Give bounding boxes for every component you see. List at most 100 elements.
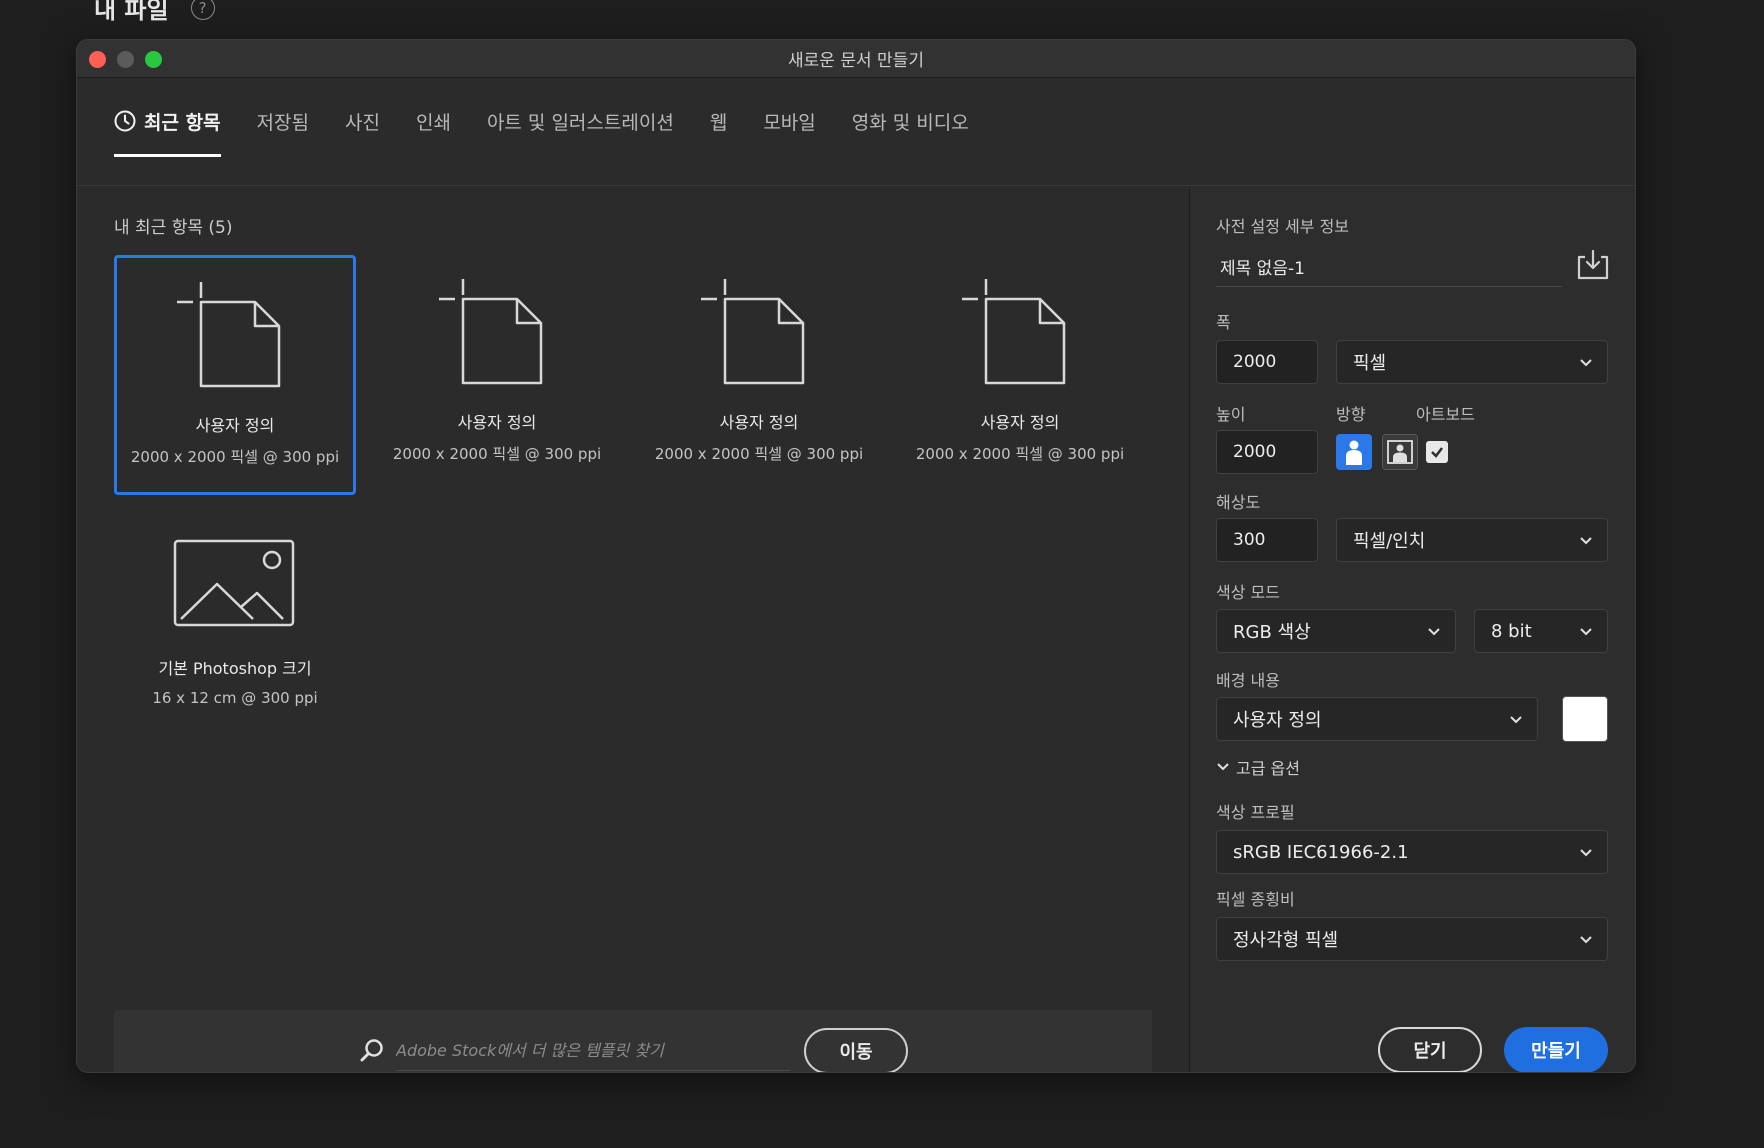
landscape-icon <box>1387 440 1413 464</box>
color-profile-select[interactable]: sRGB IEC61966-2.1 <box>1216 830 1608 874</box>
preset-name: 사용자 정의 <box>457 413 537 432</box>
blank-document-icon <box>962 279 1066 385</box>
preset-name: 사용자 정의 <box>719 413 799 432</box>
title-bar: 새로운 문서 만들기 <box>77 40 1635 78</box>
recent-presets-pane: 내 최근 항목 (5) 사용자 정의 2000 x 2000 픽셀 @ 300 … <box>77 187 1189 1072</box>
background-label: 배경 내용 <box>1216 671 1280 690</box>
page-heading: 내 파일 ? <box>94 0 215 25</box>
chevron-down-icon <box>1510 716 1522 724</box>
save-preset-icon[interactable] <box>1576 249 1610 281</box>
tab-saved[interactable]: 저장됨 <box>239 108 327 156</box>
resolution-unit-select[interactable]: 픽셀/인치 <box>1336 518 1608 562</box>
recent-section-title: 내 최근 항목 (5) <box>114 218 233 238</box>
height-label: 높이 <box>1216 405 1246 424</box>
go-button[interactable]: 이동 <box>804 1028 908 1072</box>
resolution-unit-value: 픽셀/인치 <box>1353 531 1426 552</box>
chevron-down-icon <box>1580 849 1592 857</box>
chevron-down-icon <box>1580 628 1592 636</box>
zoom-window-button[interactable] <box>145 51 162 68</box>
chevron-down-icon <box>1217 763 1229 771</box>
chevron-down-icon <box>1428 628 1440 636</box>
minimize-window-button[interactable] <box>117 51 134 68</box>
tab-label: 저장됨 <box>256 112 309 134</box>
height-input[interactable]: 2000 <box>1216 430 1318 474</box>
bit-depth-select[interactable]: 8 bit <box>1474 609 1608 653</box>
tab-art-illustration[interactable]: 아트 및 일러스트레이션 <box>469 108 692 156</box>
page-title: 내 파일 <box>94 0 169 24</box>
template-search-input[interactable] <box>396 1031 790 1071</box>
preset-card[interactable]: 사용자 정의 2000 x 2000 픽셀 @ 300 ppi <box>376 255 618 495</box>
tab-label: 인쇄 <box>415 112 451 134</box>
preset-info: 2000 x 2000 픽셀 @ 300 ppi <box>130 448 340 466</box>
tab-film-video[interactable]: 영화 및 비디오 <box>834 108 987 156</box>
blank-document-icon <box>701 279 805 385</box>
category-tabs: 최근 항목 저장됨 사진 인쇄 아트 및 일러스트레이션 웹 모바일 영화 및 … <box>77 78 1635 186</box>
dialog-title: 새로운 문서 만들기 <box>788 51 924 71</box>
resolution-label: 해상도 <box>1216 493 1261 512</box>
pixel-aspect-value: 정사각형 픽셀 <box>1233 930 1339 951</box>
preset-card[interactable]: 사용자 정의 2000 x 2000 픽셀 @ 300 ppi <box>899 255 1141 495</box>
chevron-down-icon <box>1580 359 1592 367</box>
template-search-bar: 이동 <box>114 1010 1152 1072</box>
preset-card[interactable]: 사용자 정의 2000 x 2000 픽셀 @ 300 ppi <box>114 255 356 495</box>
preset-info: 2000 x 2000 픽셀 @ 300 ppi <box>915 445 1125 463</box>
chevron-down-icon <box>1580 936 1592 944</box>
image-icon <box>173 539 295 627</box>
create-button[interactable]: 만들기 <box>1504 1027 1608 1072</box>
tab-mobile[interactable]: 모바일 <box>745 108 833 156</box>
tab-recent[interactable]: 최근 항목 <box>114 108 239 157</box>
preset-name: 기본 Photoshop 크기 <box>158 659 312 678</box>
preset-card[interactable]: 사용자 정의 2000 x 2000 픽셀 @ 300 ppi <box>638 255 880 495</box>
blank-document-icon <box>439 279 543 385</box>
tab-label: 최근 항목 <box>144 112 221 134</box>
bit-depth-value: 8 bit <box>1491 620 1532 642</box>
preset-name: 사용자 정의 <box>195 416 275 435</box>
artboard-label: 아트보드 <box>1416 405 1475 424</box>
tab-label: 사진 <box>345 112 380 134</box>
orientation-label: 방향 <box>1336 405 1366 424</box>
document-name-field[interactable]: 제목 없음-1 <box>1216 247 1562 287</box>
search-icon <box>360 1039 383 1062</box>
background-color-swatch[interactable] <box>1562 696 1608 742</box>
color-profile-label: 색상 프로필 <box>1216 803 1295 822</box>
advanced-options-toggle[interactable]: 고급 옵션 <box>1216 755 1300 779</box>
pixel-aspect-label: 픽셀 종횡비 <box>1216 890 1295 909</box>
preset-info: 2000 x 2000 픽셀 @ 300 ppi <box>654 445 864 463</box>
tab-label: 모바일 <box>763 112 816 134</box>
tab-photo[interactable]: 사진 <box>327 108 398 156</box>
preset-details-pane: 사전 설정 세부 정보 제목 없음-1 폭 2000 픽셀 높이 방향 아트보드… <box>1189 187 1635 1072</box>
color-mode-value: RGB 색상 <box>1233 622 1311 643</box>
preset-info: 2000 x 2000 픽셀 @ 300 ppi <box>392 445 602 463</box>
new-document-dialog: 새로운 문서 만들기 최근 항목 저장됨 사진 인쇄 아트 및 일러스트레이션 … <box>76 39 1636 1073</box>
tab-web[interactable]: 웹 <box>692 108 745 156</box>
resolution-input[interactable]: 300 <box>1216 518 1318 562</box>
preset-info: 16 x 12 cm @ 300 ppi <box>152 689 318 707</box>
close-button[interactable]: 닫기 <box>1378 1027 1482 1072</box>
checkmark-icon <box>1431 447 1443 458</box>
chevron-down-icon <box>1580 537 1592 545</box>
artboard-checkbox[interactable] <box>1426 441 1448 463</box>
width-unit-value: 픽셀 <box>1353 353 1387 374</box>
preset-details-title: 사전 설정 세부 정보 <box>1216 217 1350 236</box>
pixel-aspect-select[interactable]: 정사각형 픽셀 <box>1216 917 1608 961</box>
background-select[interactable]: 사용자 정의 <box>1216 697 1538 741</box>
tab-label: 아트 및 일러스트레이션 <box>486 112 674 134</box>
color-mode-label: 색상 모드 <box>1216 583 1280 602</box>
width-label: 폭 <box>1216 313 1231 332</box>
blank-document-icon <box>177 282 281 388</box>
clock-icon <box>114 110 136 132</box>
tab-print[interactable]: 인쇄 <box>398 108 469 156</box>
width-unit-select[interactable]: 픽셀 <box>1336 340 1608 384</box>
width-input[interactable]: 2000 <box>1216 340 1318 384</box>
portrait-orientation-button[interactable] <box>1336 434 1372 470</box>
background-value: 사용자 정의 <box>1233 710 1322 731</box>
close-window-button[interactable] <box>89 51 106 68</box>
tab-label: 영화 및 비디오 <box>851 112 969 134</box>
color-mode-select[interactable]: RGB 색상 <box>1216 609 1456 653</box>
preset-card[interactable]: 기본 Photoshop 크기 16 x 12 cm @ 300 ppi <box>114 517 356 757</box>
window-controls <box>89 51 162 68</box>
advanced-options-label: 고급 옵션 <box>1236 759 1300 778</box>
landscape-orientation-button[interactable] <box>1382 434 1418 470</box>
help-icon[interactable]: ? <box>190 0 215 20</box>
tab-label: 웹 <box>709 112 728 134</box>
